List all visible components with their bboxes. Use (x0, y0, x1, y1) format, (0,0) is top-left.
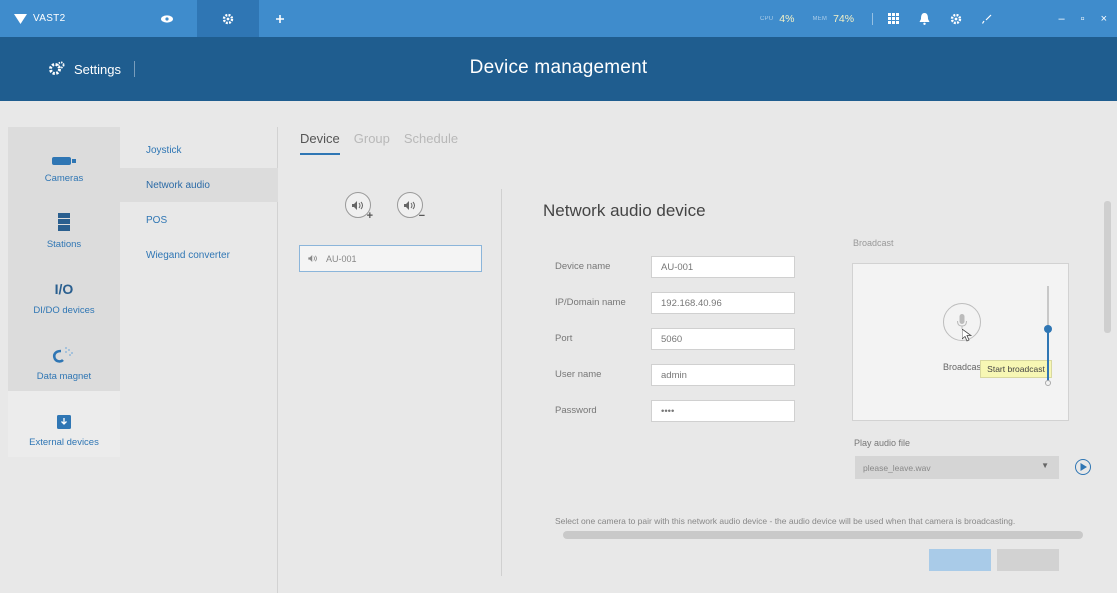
tab-device[interactable]: Device (300, 131, 340, 155)
window-controls: – ▫ × (1059, 0, 1107, 37)
subnav-item-network-audio[interactable]: Network audio (120, 168, 278, 202)
app-name: VAST2 (33, 13, 66, 24)
sidebar-item-external-devices[interactable]: External devices (8, 391, 120, 457)
grid-icon[interactable] (888, 13, 899, 24)
device-name-field[interactable]: AU-001 (651, 256, 795, 278)
subnav-item-wiegand-converter[interactable]: Wiegand converter (120, 238, 278, 272)
volume-slider-fill (1047, 328, 1049, 382)
horizontal-scrollbar[interactable] (563, 531, 1083, 539)
toolbar-icons (888, 0, 992, 37)
page-header: Settings Device management (0, 37, 1117, 101)
tab-schedule[interactable]: Schedule (404, 131, 458, 146)
ok-button[interactable] (929, 549, 991, 571)
eye-icon (161, 14, 173, 23)
speaker-icon (404, 200, 415, 210)
app-brand: VAST2 (14, 0, 65, 37)
server-icon (58, 213, 70, 231)
add-device-button[interactable]: + (345, 192, 373, 222)
close-button[interactable]: × (1101, 13, 1107, 25)
device-name: AU-001 (326, 253, 357, 264)
resource-stats: CPU 4% MEM 74% (760, 0, 874, 37)
broadcast-panel: Broadcast Start broadcast (852, 263, 1069, 421)
cpu-value: 4% (779, 12, 795, 25)
wrench-icon[interactable] (982, 14, 992, 24)
play-button[interactable] (1075, 459, 1091, 475)
ip-field[interactable]: 192.168.40.96 (651, 292, 795, 314)
sidebar-item-label: External devices (29, 437, 99, 448)
gear-icon[interactable] (950, 13, 962, 25)
play-audio-label: Play audio file (854, 438, 911, 448)
list-item[interactable]: AU-001 (299, 245, 482, 272)
sidebar-item-di-do-devices[interactable]: I/O DI/DO devices (8, 259, 120, 325)
mem-value: 74% (833, 12, 855, 25)
remove-device-button[interactable]: − (397, 192, 425, 222)
cpu-caption: CPU (760, 15, 774, 22)
tab-live-view[interactable] (143, 0, 191, 37)
io-icon: I/O (55, 281, 74, 297)
cursor-icon (962, 329, 972, 342)
vivotek-logo-icon (14, 13, 27, 24)
broadcast-section-label: Broadcast (853, 238, 894, 248)
external-device-icon (57, 415, 71, 429)
volume-slider[interactable] (1044, 286, 1052, 386)
main-content: Device Group Schedule + − AU-001 Network… (279, 101, 1117, 593)
password-field[interactable]: •••• (651, 400, 795, 422)
tab-settings[interactable] (197, 0, 259, 37)
vertical-scrollbar[interactable] (1104, 201, 1111, 333)
category-sidebar: Cameras Stations I/O DI/DO devices Data … (8, 127, 120, 457)
tab-bar: Device Group Schedule (300, 131, 458, 155)
panel-divider (501, 189, 502, 576)
sidebar-item-stations[interactable]: Stations (8, 193, 120, 259)
sub-navigation: Joystick Network audio POS Wiegand conve… (120, 127, 278, 593)
minus-icon: − (418, 210, 425, 222)
bell-icon[interactable] (919, 12, 930, 25)
port-label: Port (555, 333, 573, 344)
microphone-icon (957, 314, 967, 329)
io-icon-text: I/O (54, 281, 74, 297)
cancel-button[interactable] (997, 549, 1059, 571)
user-name-field[interactable]: admin (651, 364, 795, 386)
data-magnet-icon (52, 345, 76, 363)
plus-icon (276, 14, 284, 23)
volume-slider-handle[interactable] (1044, 325, 1052, 333)
tab-group[interactable]: Group (354, 131, 390, 146)
tooltip: Start broadcast (980, 360, 1052, 378)
audio-file-selected: please_leave.wav (863, 462, 931, 473)
minimize-button[interactable]: – (1059, 13, 1065, 25)
speaker-icon (352, 200, 363, 210)
camera-icon (52, 157, 76, 165)
port-field[interactable]: 5060 (651, 328, 795, 350)
sidebar-item-label: Stations (46, 239, 82, 250)
pairing-hint: Select one camera to pair with this netw… (555, 516, 1016, 526)
broadcast-button-label: Broadcast (943, 362, 984, 372)
sidebar-item-label: Data magnet (36, 371, 92, 382)
ip-label: IP/Domain name (555, 297, 626, 308)
title-bar: VAST2 CPU 4% MEM 74% – ▫ × (0, 0, 1117, 37)
plus-icon: + (366, 210, 373, 222)
device-name-label: Device name (555, 261, 611, 272)
chevron-down-icon: ▼ (1041, 461, 1049, 470)
sidebar-item-label: DI/DO devices (33, 305, 95, 316)
audio-file-select[interactable]: please_leave.wav ▼ (855, 456, 1059, 479)
subnav-item-joystick[interactable]: Joystick (120, 133, 278, 167)
add-tab-button[interactable] (266, 0, 294, 37)
password-label: Password (555, 405, 597, 416)
sidebar-item-label: Cameras (44, 173, 84, 184)
speaker-icon (308, 255, 317, 262)
sidebar-item-cameras[interactable]: Cameras (8, 127, 120, 193)
gear-icon (222, 13, 234, 24)
maximize-button[interactable]: ▫ (1081, 13, 1085, 25)
form-title: Network audio device (543, 201, 706, 220)
divider (872, 12, 874, 25)
sidebar-item-data-magnet[interactable]: Data magnet (8, 325, 120, 391)
user-name-label: User name (555, 369, 602, 380)
mem-caption: MEM (812, 15, 828, 22)
page-title: Device management (469, 57, 648, 78)
subnav-item-pos[interactable]: POS (120, 203, 278, 237)
play-icon (1080, 463, 1087, 471)
volume-slider-base (1045, 380, 1051, 386)
